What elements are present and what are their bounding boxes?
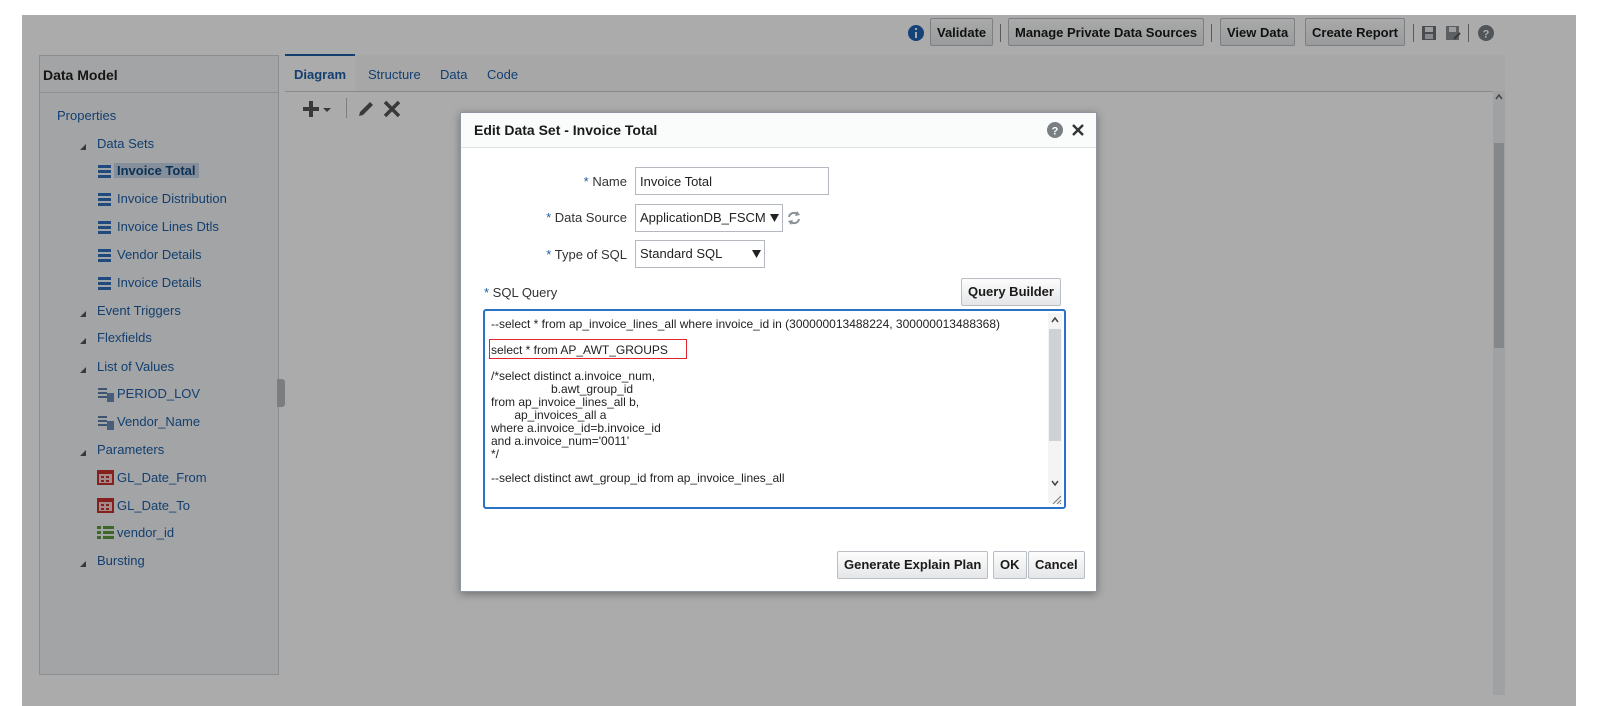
type-of-sql-label: * Type of SQL: [546, 247, 627, 262]
name-label: * Name: [583, 174, 627, 189]
sql-line: --select * from ap_invoice_lines_all whe…: [491, 317, 1001, 331]
scroll-up-arrow-icon[interactable]: [1051, 316, 1059, 324]
generate-explain-plan-button[interactable]: Generate Explain Plan: [837, 551, 989, 579]
query-builder-button[interactable]: Query Builder: [961, 278, 1061, 306]
close-icon[interactable]: [1072, 124, 1084, 136]
ok-button[interactable]: OK: [993, 551, 1027, 579]
dialog-header: Edit Data Set - Invoice Total ?: [461, 113, 1096, 148]
edit-data-set-dialog: Edit Data Set - Invoice Total ? * Name *…: [460, 112, 1097, 592]
sql-line: from ap_invoice_lines_all b,: [491, 395, 640, 409]
scroll-down-arrow-icon[interactable]: [1051, 479, 1059, 487]
sql-line: /*select distinct a.invoice_num,: [491, 369, 656, 383]
data-source-value: ApplicationDB_FSCM: [640, 210, 766, 225]
data-source-label: * Data Source: [546, 210, 627, 225]
sql-line: */: [491, 447, 500, 461]
svg-text:?: ?: [1052, 126, 1059, 138]
dropdown-arrow-icon[interactable]: [770, 214, 779, 222]
type-of-sql-value: Standard SQL: [640, 246, 723, 261]
sql-line: b.awt_group_id: [491, 382, 634, 396]
sql-line: where a.invoice_id=b.invoice_id: [491, 421, 661, 435]
sql-scrollbar-thumb[interactable]: [1049, 329, 1061, 441]
sql-query-editor[interactable]: --select * from ap_invoice_lines_all whe…: [483, 309, 1066, 509]
sql-line: --select distinct awt_group_id from ap_i…: [491, 471, 785, 485]
type-of-sql-select[interactable]: Standard SQL: [635, 240, 765, 268]
dropdown-arrow-icon[interactable]: [752, 250, 761, 258]
sql-line: ap_invoices_all a: [491, 408, 607, 422]
refresh-icon[interactable]: [786, 210, 802, 226]
help-icon[interactable]: ?: [1047, 122, 1063, 138]
data-source-select[interactable]: ApplicationDB_FSCM: [635, 204, 783, 232]
sql-line-highlighted: select * from AP_AWT_GROUPS: [491, 343, 668, 357]
dialog-title: Edit Data Set - Invoice Total: [474, 122, 658, 138]
sql-scrollbar[interactable]: [1048, 313, 1062, 503]
sql-line: and a.invoice_num='0011': [491, 434, 630, 448]
sql-query-label: * SQL Query: [484, 285, 558, 300]
cancel-button[interactable]: Cancel: [1028, 551, 1085, 579]
resize-grip-icon[interactable]: [1050, 493, 1062, 505]
name-input[interactable]: [635, 167, 829, 195]
